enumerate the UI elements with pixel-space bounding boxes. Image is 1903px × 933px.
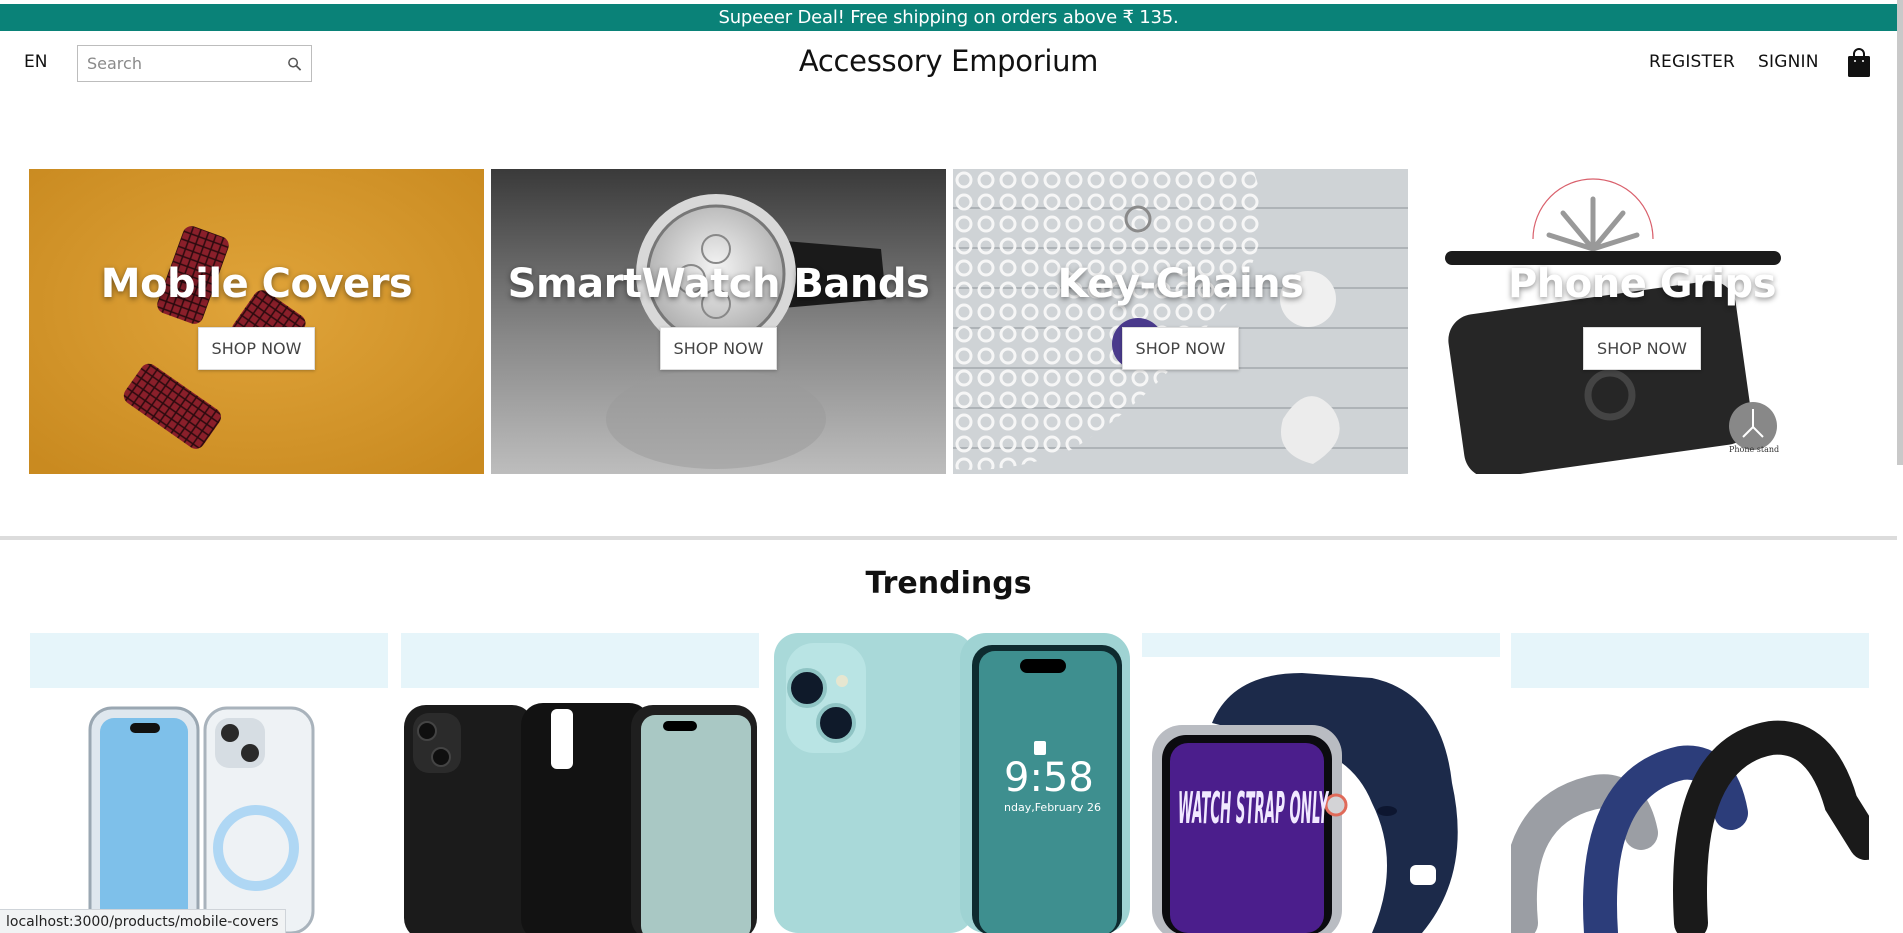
- watch-screen-text: WATCH STRAP ONLY: [1178, 783, 1329, 834]
- silicone-bands-image: [1511, 720, 1869, 933]
- shop-now-button[interactable]: SHOP NOW: [659, 327, 778, 370]
- trending-products: 9:58 nday,February 26 WATCH STRAP ONLY: [30, 633, 1870, 933]
- black-case-image: [404, 703, 757, 933]
- signin-link[interactable]: SIGNIN: [1758, 52, 1819, 72]
- shop-now-button[interactable]: SHOP NOW: [1583, 327, 1701, 370]
- keychain-image: [953, 169, 1408, 474]
- page-scrollbar[interactable]: [1897, 0, 1903, 465]
- category-title: Key-Chains: [1057, 261, 1304, 307]
- trending-section-title: Trendings: [865, 566, 1032, 601]
- watch-image: [491, 169, 946, 474]
- category-title: SmartWatch Bands: [507, 261, 930, 307]
- category-banners: Mobile Covers SHOP NOW SmartWatch Bands …: [29, 169, 1869, 474]
- watch-strap-image: WATCH STRAP ONLY: [1152, 673, 1458, 933]
- mobile-covers-image: [29, 169, 484, 474]
- shop-now-button[interactable]: SHOP NOW: [197, 327, 316, 370]
- mint-case-image: 9:58 nday,February 26: [774, 633, 1130, 933]
- category-title: Mobile Covers: [100, 261, 413, 307]
- category-mobile-covers[interactable]: Mobile Covers SHOP NOW: [29, 169, 484, 474]
- section-divider: [0, 536, 1897, 540]
- phone-stand-caption: Phone stand: [1729, 445, 1780, 454]
- product-card[interactable]: WATCH STRAP ONLY: [1142, 633, 1500, 933]
- phone-grip-image: [1415, 169, 1869, 474]
- register-link[interactable]: REGISTER: [1649, 52, 1735, 72]
- site-logo[interactable]: Accessory Emporium: [0, 44, 1897, 78]
- category-key-chains[interactable]: Key-Chains SHOP NOW: [953, 169, 1408, 474]
- product-card[interactable]: [401, 633, 759, 933]
- browser-status-url: localhost:3000/products/mobile-covers: [0, 909, 286, 933]
- clear-case-image: [88, 706, 315, 933]
- product-card[interactable]: 9:58 nday,February 26: [772, 633, 1130, 933]
- product-card[interactable]: [30, 633, 388, 933]
- announcement-bar: Supeeer Deal! Free shipping on orders ab…: [0, 4, 1897, 31]
- category-title: Phone Grips: [1507, 261, 1777, 307]
- top-nav: EN Accessory Emporium REGISTER SIGNIN: [0, 40, 1897, 86]
- category-smartwatch-bands[interactable]: SmartWatch Bands SHOP NOW: [491, 169, 946, 474]
- announcement-text: Supeeer Deal! Free shipping on orders ab…: [718, 7, 1179, 28]
- phone-screen-time: 9:58: [1004, 755, 1094, 801]
- shopping-bag-icon[interactable]: [1846, 47, 1872, 79]
- category-phone-grips[interactable]: Phone stand Phone Grips SHOP NOW: [1415, 169, 1869, 474]
- phone-screen-date: nday,February 26: [1004, 801, 1101, 814]
- shop-now-button[interactable]: SHOP NOW: [1121, 327, 1240, 370]
- product-card[interactable]: [1511, 633, 1869, 933]
